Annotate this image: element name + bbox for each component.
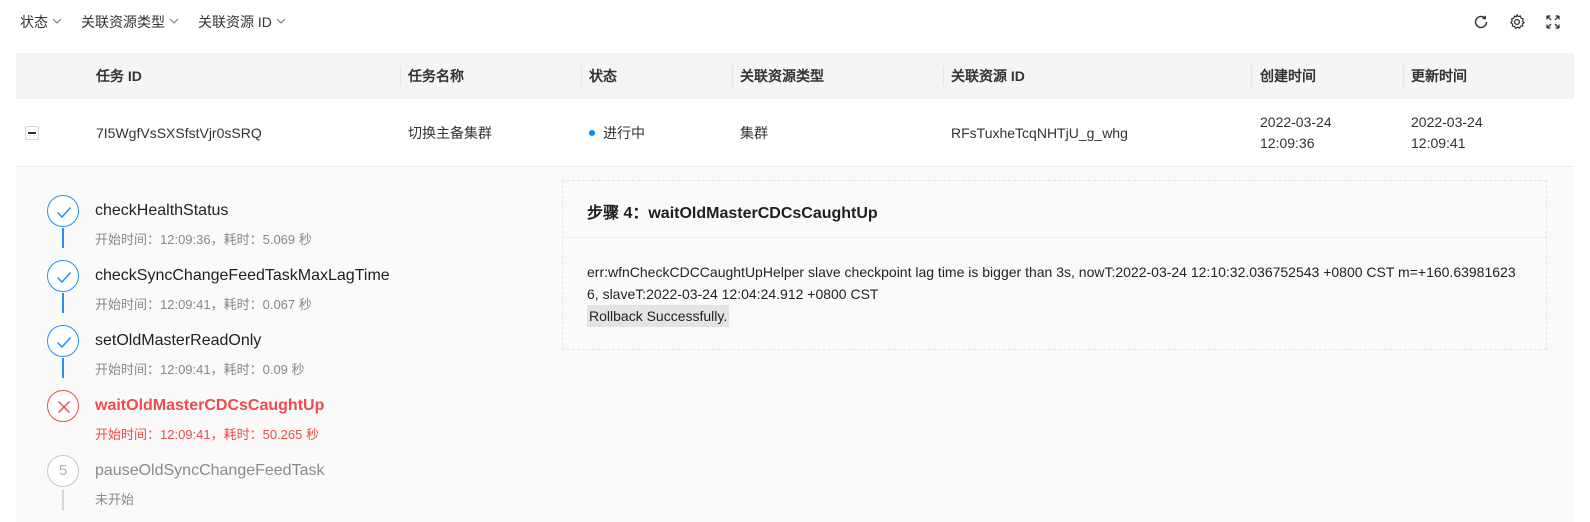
filter-resource-id-label: 关联资源 ID	[198, 14, 272, 30]
step-name: checkSyncChangeFeedTaskMaxLagTime	[95, 267, 390, 284]
chevron-down-icon	[169, 16, 179, 26]
refresh-icon[interactable]	[1472, 13, 1490, 31]
cell-created: 2022-03-24 12:09:36	[1260, 99, 1332, 167]
header-resource-type: 关联资源类型	[740, 68, 824, 84]
filter-status[interactable]: 状态	[20, 12, 62, 32]
header-updated: 更新时间	[1411, 68, 1467, 84]
step-name: waitOldMasterCDCsCaughtUp	[95, 397, 325, 414]
header-task-id: 任务 ID	[96, 68, 142, 84]
check-icon	[47, 195, 79, 227]
task-table: 任务 ID 任务名称 状态 关联资源类型 关联资源 ID 创建时间 更新时间 7…	[16, 53, 1574, 167]
filter-resource-type[interactable]: 关联资源类型	[81, 12, 179, 32]
toolbar-actions	[1472, 12, 1562, 32]
filter-resource-type-label: 关联资源类型	[81, 14, 165, 30]
chevron-down-icon	[52, 16, 62, 26]
status-label: 进行中	[603, 125, 645, 141]
cell-task-name: 切换主备集群	[408, 125, 492, 141]
header-divider	[400, 66, 401, 86]
header-divider	[732, 66, 733, 86]
step-detail-header: 步骤 4：waitOldMasterCDCsCaughtUp	[563, 181, 1546, 238]
step-item[interactable]: checkHealthStatus 开始时间：12:09:36，耗时：5.069…	[16, 168, 556, 248]
header-resource-id: 关联资源 ID	[951, 68, 1025, 84]
step-detail-body: err:wfnCheckCDCCaughtUpHelper slave chec…	[587, 261, 1527, 327]
step-name: setOldMasterReadOnly	[95, 332, 262, 349]
close-icon	[47, 390, 79, 422]
settings-icon[interactable]	[1508, 13, 1526, 31]
updated-date: 2022-03-24	[1411, 114, 1483, 130]
cell-resource-id: RFsTuxheTcqNHTjU_g_whg	[951, 125, 1128, 141]
check-icon	[47, 260, 79, 292]
step-item[interactable]: 5 pauseOldSyncChangeFeedTask 未开始	[16, 428, 556, 510]
step-item[interactable]: setOldMasterReadOnly 开始时间：12:09:41，耗时：0.…	[16, 298, 556, 378]
created-time: 12:09:36	[1260, 135, 1315, 151]
step-number-badge: 5	[47, 455, 79, 487]
cell-task-id: 7I5WgfVsSXSfstVjr0sSRQ	[96, 125, 262, 141]
filter-resource-id[interactable]: 关联资源 ID	[198, 12, 286, 32]
expanded-row-panel: checkHealthStatus 开始时间：12:09:36，耗时：5.069…	[16, 168, 1574, 522]
header-divider	[581, 66, 582, 86]
table-row[interactable]: 7I5WgfVsSXSfstVjr0sSRQ 切换主备集群 进行中 集群 RFs…	[16, 99, 1574, 167]
check-icon	[47, 325, 79, 357]
header-divider	[1251, 66, 1252, 86]
cell-status: 进行中	[589, 99, 645, 167]
filter-toolbar: 状态 关联资源类型 关联资源 ID	[0, 0, 1590, 44]
chevron-down-icon	[276, 16, 286, 26]
error-message: err:wfnCheckCDCCaughtUpHelper slave chec…	[587, 264, 1516, 302]
step-connector	[62, 490, 64, 510]
step-name: checkHealthStatus	[95, 202, 229, 219]
fullscreen-icon[interactable]	[1544, 13, 1562, 31]
step-number: 5	[58, 462, 68, 479]
rollback-message: Rollback Successfully.	[587, 305, 730, 327]
cell-resource-type: 集群	[740, 125, 768, 141]
collapse-row-button[interactable]	[25, 126, 39, 140]
step-detail-title: 步骤 4：waitOldMasterCDCsCaughtUp	[587, 205, 878, 222]
header-divider	[1403, 66, 1404, 86]
step-timeline: checkHealthStatus 开始时间：12:09:36，耗时：5.069…	[16, 168, 556, 522]
table-header: 任务 ID 任务名称 状态 关联资源类型 关联资源 ID 创建时间 更新时间	[16, 53, 1574, 99]
step-detail-panel: 步骤 4：waitOldMasterCDCsCaughtUp err:wfnCh…	[562, 180, 1547, 350]
created-date: 2022-03-24	[1260, 114, 1332, 130]
step-item[interactable]: waitOldMasterCDCsCaughtUp 开始时间：12:09:41，…	[16, 363, 556, 442]
step-meta: 未开始	[95, 492, 135, 507]
cell-updated: 2022-03-24 12:09:41	[1411, 99, 1483, 167]
header-task-name: 任务名称	[408, 68, 464, 84]
step-name: pauseOldSyncChangeFeedTask	[95, 462, 325, 479]
updated-time: 12:09:41	[1411, 135, 1466, 151]
header-status: 状态	[589, 68, 617, 84]
filter-status-label: 状态	[20, 14, 48, 30]
header-created: 创建时间	[1260, 68, 1316, 84]
header-divider	[943, 66, 944, 86]
status-dot-icon	[589, 130, 595, 136]
step-item[interactable]: checkSyncChangeFeedTaskMaxLagTime 开始时间：1…	[16, 233, 556, 313]
